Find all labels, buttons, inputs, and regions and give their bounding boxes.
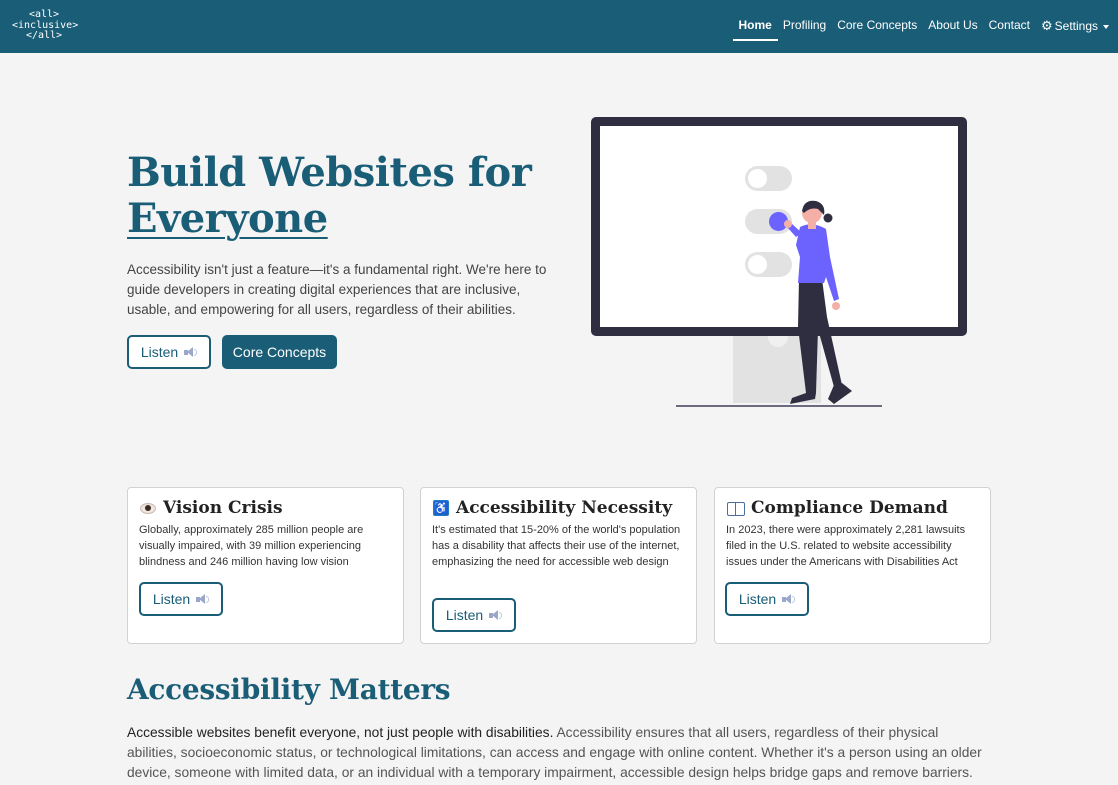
speaker-icon <box>489 609 503 621</box>
hero-title: Build Websites for Everyone <box>127 150 567 242</box>
card-title: ♿ Accessibility Necessity <box>433 498 672 518</box>
main-nav: Home Profiling Core Concepts About Us Co… <box>728 0 1109 53</box>
card-title: Vision Crisis <box>140 498 283 518</box>
accessibility-illustration <box>591 117 967 407</box>
hero-description: Accessibility isn't just a feature—it's … <box>127 262 547 317</box>
nav-settings-dropdown[interactable]: ⚙ Settings <box>1041 0 1109 53</box>
logo-line-1: <all> <box>28 9 60 20</box>
card-text: In 2023, there were approximately 2,281 … <box>726 524 966 568</box>
book-icon <box>727 501 745 516</box>
nav-contact[interactable]: Contact <box>989 0 1030 53</box>
nav-profiling[interactable]: Profiling <box>783 0 826 53</box>
hero-title-line2: Everyone <box>127 195 328 242</box>
wheelchair-icon: ♿ <box>433 500 449 516</box>
card-title-text: Compliance Demand <box>751 498 948 518</box>
stat-card-necessity: ♿ Accessibility Necessity It's estimated… <box>420 487 697 644</box>
hero-listen-button[interactable]: Listen <box>127 335 211 369</box>
card-listen-button[interactable]: Listen <box>139 582 223 616</box>
settings-label: Settings <box>1054 19 1098 33</box>
eye-icon <box>140 502 156 514</box>
nav-core-concepts[interactable]: Core Concepts <box>837 0 917 53</box>
listen-label: Listen <box>140 344 179 360</box>
listen-label: Listen <box>152 591 191 607</box>
speaker-icon <box>196 593 210 605</box>
core-concepts-button[interactable]: Core Concepts <box>222 335 337 369</box>
card-listen-button[interactable]: Listen <box>432 598 516 632</box>
stat-card-vision: Vision Crisis Globally, approximately 28… <box>127 487 404 644</box>
card-title-text: Vision Crisis <box>163 498 283 518</box>
speaker-icon <box>782 593 796 605</box>
nav-home[interactable]: Home <box>732 0 779 53</box>
chevron-down-icon <box>1103 24 1109 29</box>
section-title-accessibility-matters: Accessibility Matters <box>127 673 451 706</box>
card-text: It's estimated that 15-20% of the world'… <box>432 524 681 568</box>
site-logo[interactable]: <all> <inclusive> </all> <box>12 9 78 42</box>
navbar: <all> <inclusive> </all> Home Profiling … <box>0 0 1118 53</box>
nav-about-us[interactable]: About Us <box>928 0 977 53</box>
speaker-icon <box>184 346 198 358</box>
accessibility-matters-text: Accessible websites benefit everyone, no… <box>127 723 992 785</box>
card-text: Globally, approximately 285 million peop… <box>139 524 364 568</box>
logo-line-3: </all> <box>25 30 63 41</box>
gear-icon: ⚙ <box>1040 18 1053 33</box>
listen-label: Listen <box>445 607 484 623</box>
hero-title-line1: Build Websites for <box>127 149 532 196</box>
card-title: Compliance Demand <box>727 498 948 518</box>
matters-lead: Accessible websites benefit everyone, no… <box>127 725 554 740</box>
card-listen-button[interactable]: Listen <box>725 582 809 616</box>
card-title-text: Accessibility Necessity <box>456 498 673 518</box>
stat-card-compliance: Compliance Demand In 2023, there were ap… <box>714 487 991 644</box>
listen-label: Listen <box>738 591 777 607</box>
